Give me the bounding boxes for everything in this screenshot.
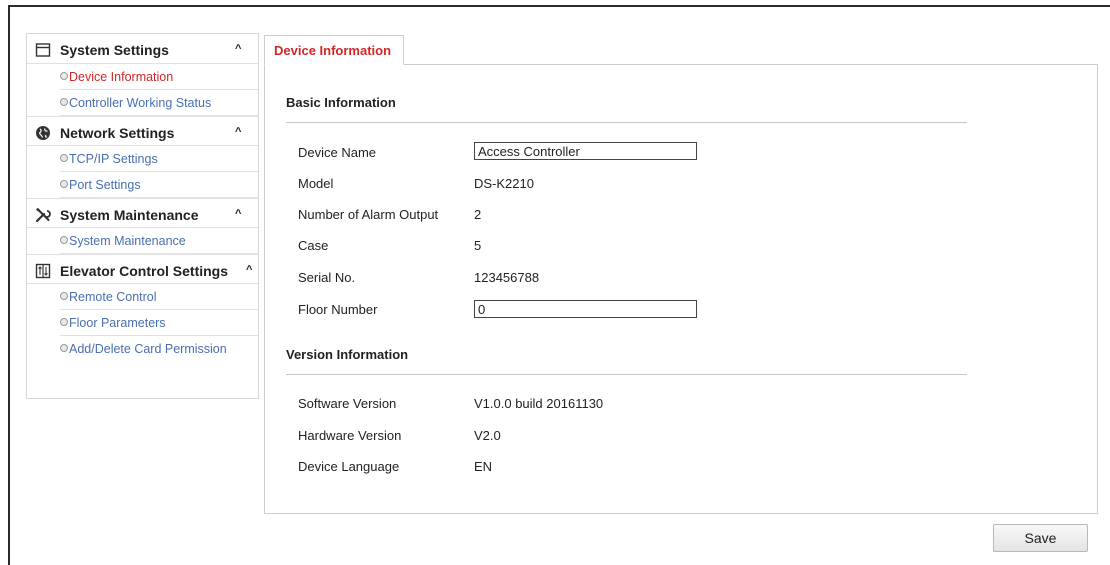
model-value: DS-K2210 [474, 176, 534, 191]
hardware-version-value: V2.0 [474, 428, 501, 443]
bullet-icon [60, 72, 68, 80]
floor-number-label: Floor Number [298, 302, 378, 317]
content-panel [264, 64, 1098, 514]
serial-number-value: 123456788 [474, 270, 540, 285]
sidebar-item-tcpip-settings[interactable]: TCP/IP Settings [60, 146, 258, 172]
sidebar-item-label: Device Information [69, 70, 174, 84]
sidebar-item-system-maintenance[interactable]: System Maintenance [60, 228, 258, 254]
sidebar-item-label: Floor Parameters [69, 316, 166, 330]
sidebar-item-device-information[interactable]: Device Information [60, 64, 258, 90]
sidebar: System Settings ^ Device Information Con… [26, 33, 259, 399]
sidebar-item-label: Remote Control [69, 290, 157, 304]
chevron-up-icon[interactable]: ^ [246, 264, 252, 276]
window-icon [35, 43, 51, 57]
chevron-up-icon[interactable]: ^ [235, 208, 241, 220]
section-divider [286, 374, 967, 375]
bullet-icon [60, 236, 68, 244]
serial-number-label: Serial No. [298, 270, 356, 285]
section-divider [286, 122, 967, 123]
software-version-label: Software Version [298, 396, 397, 411]
sidebar-item-label: Add/Delete Card Permission [69, 342, 227, 356]
floor-number-field[interactable] [474, 300, 697, 318]
elevator-icon [35, 263, 51, 279]
hardware-version-label: Hardware Version [298, 428, 402, 443]
device-name-label: Device Name [298, 145, 377, 160]
section-title: System Maintenance [60, 207, 199, 223]
section-elevator-control-settings[interactable]: Elevator Control Settings ^ [27, 254, 258, 284]
sidebar-item-floor-parameters[interactable]: Floor Parameters [60, 310, 258, 336]
section-network-settings[interactable]: Network Settings ^ [27, 116, 258, 146]
sidebar-item-label: System Maintenance [69, 234, 186, 248]
device-language-label: Device Language [298, 459, 400, 474]
sidebar-item-controller-working-status[interactable]: Controller Working Status [60, 90, 258, 116]
section-title: Elevator Control Settings [60, 263, 229, 279]
device-name-field[interactable] [474, 142, 697, 160]
sidebar-item-port-settings[interactable]: Port Settings [60, 172, 258, 198]
chevron-up-icon[interactable]: ^ [235, 43, 241, 55]
sidebar-item-label: Controller Working Status [69, 96, 212, 110]
tab-label: Device Information [274, 43, 392, 58]
version-information-heading: Version Information [286, 347, 409, 362]
model-label: Model [298, 176, 334, 191]
sidebar-item-label: TCP/IP Settings [69, 152, 158, 166]
bullet-icon [60, 318, 68, 326]
bullet-icon [60, 154, 68, 162]
device-language-value: EN [474, 459, 493, 474]
save-button[interactable]: Save [993, 524, 1088, 552]
alarm-output-value: 2 [474, 207, 482, 222]
tab-divider [404, 64, 1098, 65]
bullet-icon [60, 180, 68, 188]
software-version-value: V1.0.0 build 20161130 [474, 396, 604, 411]
section-system-maintenance[interactable]: System Maintenance ^ [27, 198, 258, 228]
sidebar-item-label: Port Settings [69, 178, 141, 192]
bullet-icon [60, 98, 68, 106]
case-value: 5 [474, 238, 482, 253]
bullet-icon [60, 292, 68, 300]
section-title: Network Settings [60, 125, 175, 141]
globe-icon [36, 126, 50, 140]
section-system-settings[interactable]: System Settings ^ [27, 34, 258, 64]
tools-icon [35, 207, 51, 223]
case-label: Case [298, 238, 329, 253]
tab-device-information[interactable]: Device Information [264, 35, 404, 65]
basic-information-heading: Basic Information [286, 95, 396, 110]
sidebar-item-remote-control[interactable]: Remote Control [60, 284, 258, 310]
chevron-up-icon[interactable]: ^ [235, 126, 241, 138]
alarm-output-label: Number of Alarm Output [298, 207, 439, 222]
section-title: System Settings [60, 42, 169, 58]
bullet-icon [60, 344, 68, 352]
sidebar-item-add-delete-card-permission[interactable]: Add/Delete Card Permission [60, 336, 258, 362]
